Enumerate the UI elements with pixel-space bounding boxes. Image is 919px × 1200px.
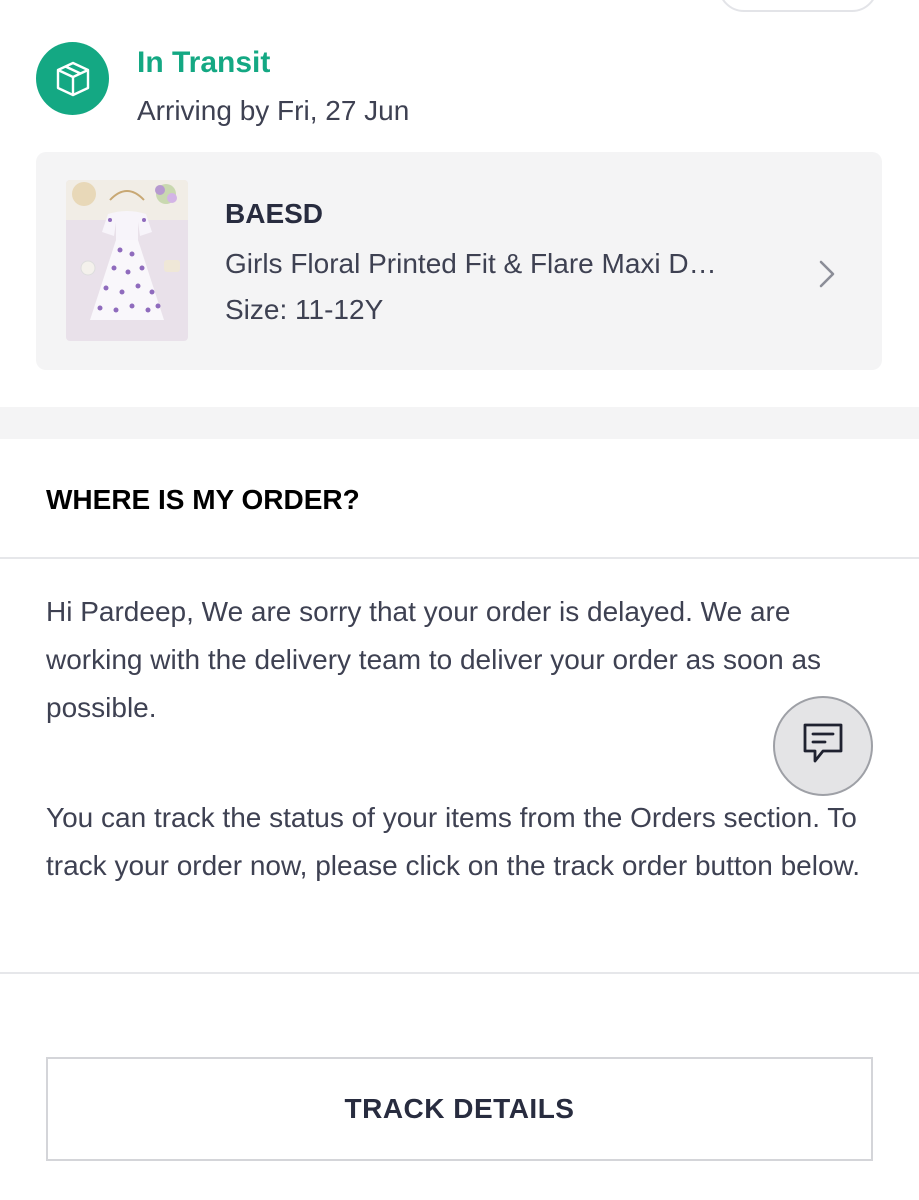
track-details-button[interactable]: TRACK DETAILS (46, 1057, 873, 1161)
tracking-info-message: You can track the status of your items f… (46, 802, 860, 881)
product-name: Girls Floral Printed Fit & Flare Maxi D… (225, 248, 717, 279)
package-icon (36, 42, 109, 115)
divider (0, 557, 919, 559)
chat-button[interactable] (773, 696, 873, 796)
delay-message: Hi Pardeep, We are sorry that your order… (46, 596, 822, 723)
top-pill-button[interactable] (718, 0, 878, 12)
product-image (66, 180, 188, 341)
chevron-right-icon (814, 256, 840, 292)
status-title: In Transit (137, 46, 271, 79)
chat-icon (799, 719, 847, 774)
divider (0, 972, 919, 974)
product-brand: BAESD (225, 198, 324, 229)
section-separator (0, 407, 919, 439)
help-section-title: WHERE IS MY ORDER? (46, 484, 360, 515)
delivery-date: Arriving by Fri, 27 Jun (137, 95, 410, 126)
product-card[interactable]: BAESD Girls Floral Printed Fit & Flare M… (36, 152, 882, 370)
product-size: Size: 11-12Y (225, 294, 384, 325)
